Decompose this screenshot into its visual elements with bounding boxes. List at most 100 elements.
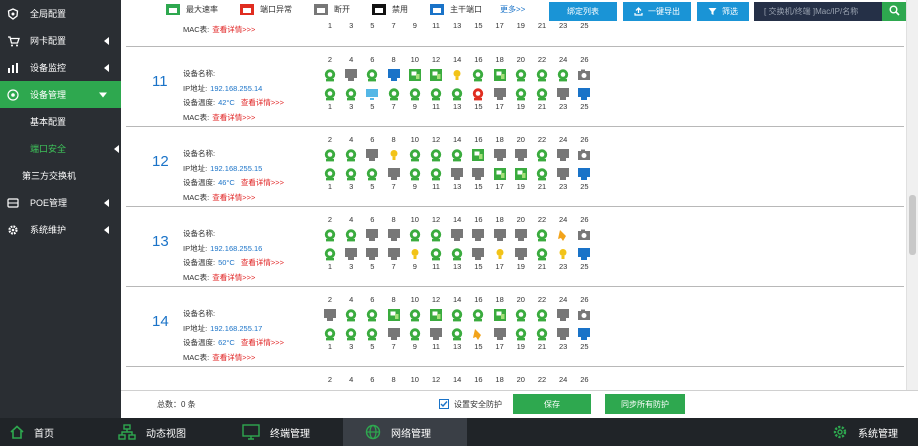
- temp-detail-link[interactable]: 查看详情>>>: [241, 98, 284, 107]
- export-button[interactable]: 一键导出: [623, 2, 691, 21]
- switch-port-icon[interactable]: [429, 327, 443, 341]
- device-icon[interactable]: [450, 327, 464, 341]
- switch-port-icon[interactable]: [556, 308, 570, 322]
- device-icon[interactable]: [429, 87, 443, 101]
- switch-port-icon[interactable]: [387, 327, 401, 341]
- filter-button[interactable]: 筛选: [697, 2, 749, 21]
- device-icon[interactable]: [365, 167, 379, 181]
- sidebar-item-device-management[interactable]: 设备管理: [0, 81, 121, 108]
- switch-port-icon[interactable]: [471, 167, 485, 181]
- bind-list-button[interactable]: 绑定列表: [549, 2, 617, 21]
- camera-icon[interactable]: [577, 68, 591, 82]
- device-icon[interactable]: [323, 327, 337, 341]
- trunk-port-icon[interactable]: [577, 167, 591, 181]
- mac-detail-link[interactable]: 查看详情>>>: [212, 193, 255, 202]
- switch-port-icon[interactable]: [365, 148, 379, 162]
- switch-port-icon[interactable]: [514, 228, 528, 242]
- device-square-icon[interactable]: [514, 167, 528, 181]
- device-icon[interactable]: [344, 308, 358, 322]
- switch-port-icon[interactable]: [514, 148, 528, 162]
- mac-detail-link[interactable]: 查看详情>>>: [212, 113, 255, 122]
- mac-detail-link[interactable]: 查看详情>>>: [212, 353, 255, 362]
- trunk-port-icon[interactable]: [577, 247, 591, 261]
- device-icon[interactable]: [450, 247, 464, 261]
- device-icon[interactable]: [365, 327, 379, 341]
- taskbar-terminal-management[interactable]: 终端管理: [236, 418, 316, 446]
- switch-port-icon[interactable]: [556, 327, 570, 341]
- device-icon[interactable]: [429, 167, 443, 181]
- device-icon[interactable]: [450, 148, 464, 162]
- switch-port-icon[interactable]: [344, 68, 358, 82]
- device-icon[interactable]: [429, 228, 443, 242]
- plug-warning-icon[interactable]: [471, 327, 485, 341]
- device-icon[interactable]: [514, 68, 528, 82]
- switch-port-icon[interactable]: [387, 247, 401, 261]
- camera-icon[interactable]: [577, 308, 591, 322]
- taskbar-network-management[interactable]: 网络管理: [343, 418, 467, 446]
- device-icon[interactable]: [323, 167, 337, 181]
- switch-port-icon[interactable]: [556, 87, 570, 101]
- trunk-port-icon[interactable]: [577, 327, 591, 341]
- device-icon[interactable]: [344, 228, 358, 242]
- sidebar-item-system-maintenance[interactable]: 系统维护: [0, 216, 121, 243]
- search-input[interactable]: [ 交换机/终端 ]Mac/IP/名称: [754, 2, 882, 21]
- switch-port-icon[interactable]: [493, 148, 507, 162]
- save-button[interactable]: 保存: [513, 394, 591, 414]
- device-icon[interactable]: [429, 247, 443, 261]
- bulb-icon[interactable]: [408, 247, 422, 261]
- switch-port-icon[interactable]: [556, 148, 570, 162]
- camera-icon[interactable]: [577, 148, 591, 162]
- security-checkbox-label[interactable]: 设置安全防护: [454, 399, 502, 410]
- device-square-icon[interactable]: [493, 68, 507, 82]
- device-icon[interactable]: [535, 87, 549, 101]
- taskbar-home[interactable]: 首页: [4, 418, 60, 446]
- switch-port-icon[interactable]: [493, 228, 507, 242]
- device-icon[interactable]: [323, 87, 337, 101]
- sidebar-subitem-third-party-switch[interactable]: 第三方交换机: [0, 162, 121, 189]
- device-icon[interactable]: [408, 228, 422, 242]
- scrollbar[interactable]: [906, 0, 918, 390]
- sidebar-item-nic-config[interactable]: 网卡配置: [0, 27, 121, 54]
- device-icon[interactable]: [387, 87, 401, 101]
- device-icon[interactable]: [365, 68, 379, 82]
- device-icon[interactable]: [556, 68, 570, 82]
- device-icon[interactable]: [344, 148, 358, 162]
- switch-port-icon[interactable]: [387, 167, 401, 181]
- device-square-icon[interactable]: [387, 308, 401, 322]
- switch-port-icon[interactable]: [493, 327, 507, 341]
- device-icon[interactable]: [344, 327, 358, 341]
- device-icon[interactable]: [514, 308, 528, 322]
- trunk-port-icon[interactable]: [577, 87, 591, 101]
- switch-port-icon[interactable]: [365, 247, 379, 261]
- device-square-icon[interactable]: [493, 167, 507, 181]
- temp-detail-link[interactable]: 查看详情>>>: [241, 258, 284, 267]
- bulb-icon[interactable]: [450, 68, 464, 82]
- switch-port-icon[interactable]: [450, 167, 464, 181]
- device-icon[interactable]: [323, 247, 337, 261]
- switch-port-icon[interactable]: [365, 228, 379, 242]
- monitor-icon[interactable]: [365, 87, 379, 101]
- mac-detail-link[interactable]: 查看详情>>>: [212, 25, 255, 34]
- device-square-icon[interactable]: [408, 68, 422, 82]
- device-icon[interactable]: [344, 87, 358, 101]
- device-icon[interactable]: [323, 228, 337, 242]
- device-icon[interactable]: [450, 308, 464, 322]
- sidebar-item-poe-management[interactable]: POE管理: [0, 189, 121, 216]
- sidebar-subitem-basic-config[interactable]: 基本配置: [0, 108, 121, 135]
- device-icon[interactable]: [408, 148, 422, 162]
- error-device-icon[interactable]: [471, 87, 485, 101]
- trunk-port-icon[interactable]: [387, 68, 401, 82]
- switch-port-icon[interactable]: [450, 228, 464, 242]
- switch-port-icon[interactable]: [323, 308, 337, 322]
- device-icon[interactable]: [344, 167, 358, 181]
- search-button[interactable]: [882, 2, 906, 21]
- device-square-icon[interactable]: [429, 308, 443, 322]
- device-icon[interactable]: [535, 247, 549, 261]
- switch-port-icon[interactable]: [556, 167, 570, 181]
- bulb-icon[interactable]: [493, 247, 507, 261]
- switch-port-icon[interactable]: [387, 228, 401, 242]
- taskbar-dynamic-view[interactable]: 动态视图: [112, 418, 192, 446]
- bulb-icon[interactable]: [556, 247, 570, 261]
- device-icon[interactable]: [323, 148, 337, 162]
- device-icon[interactable]: [408, 167, 422, 181]
